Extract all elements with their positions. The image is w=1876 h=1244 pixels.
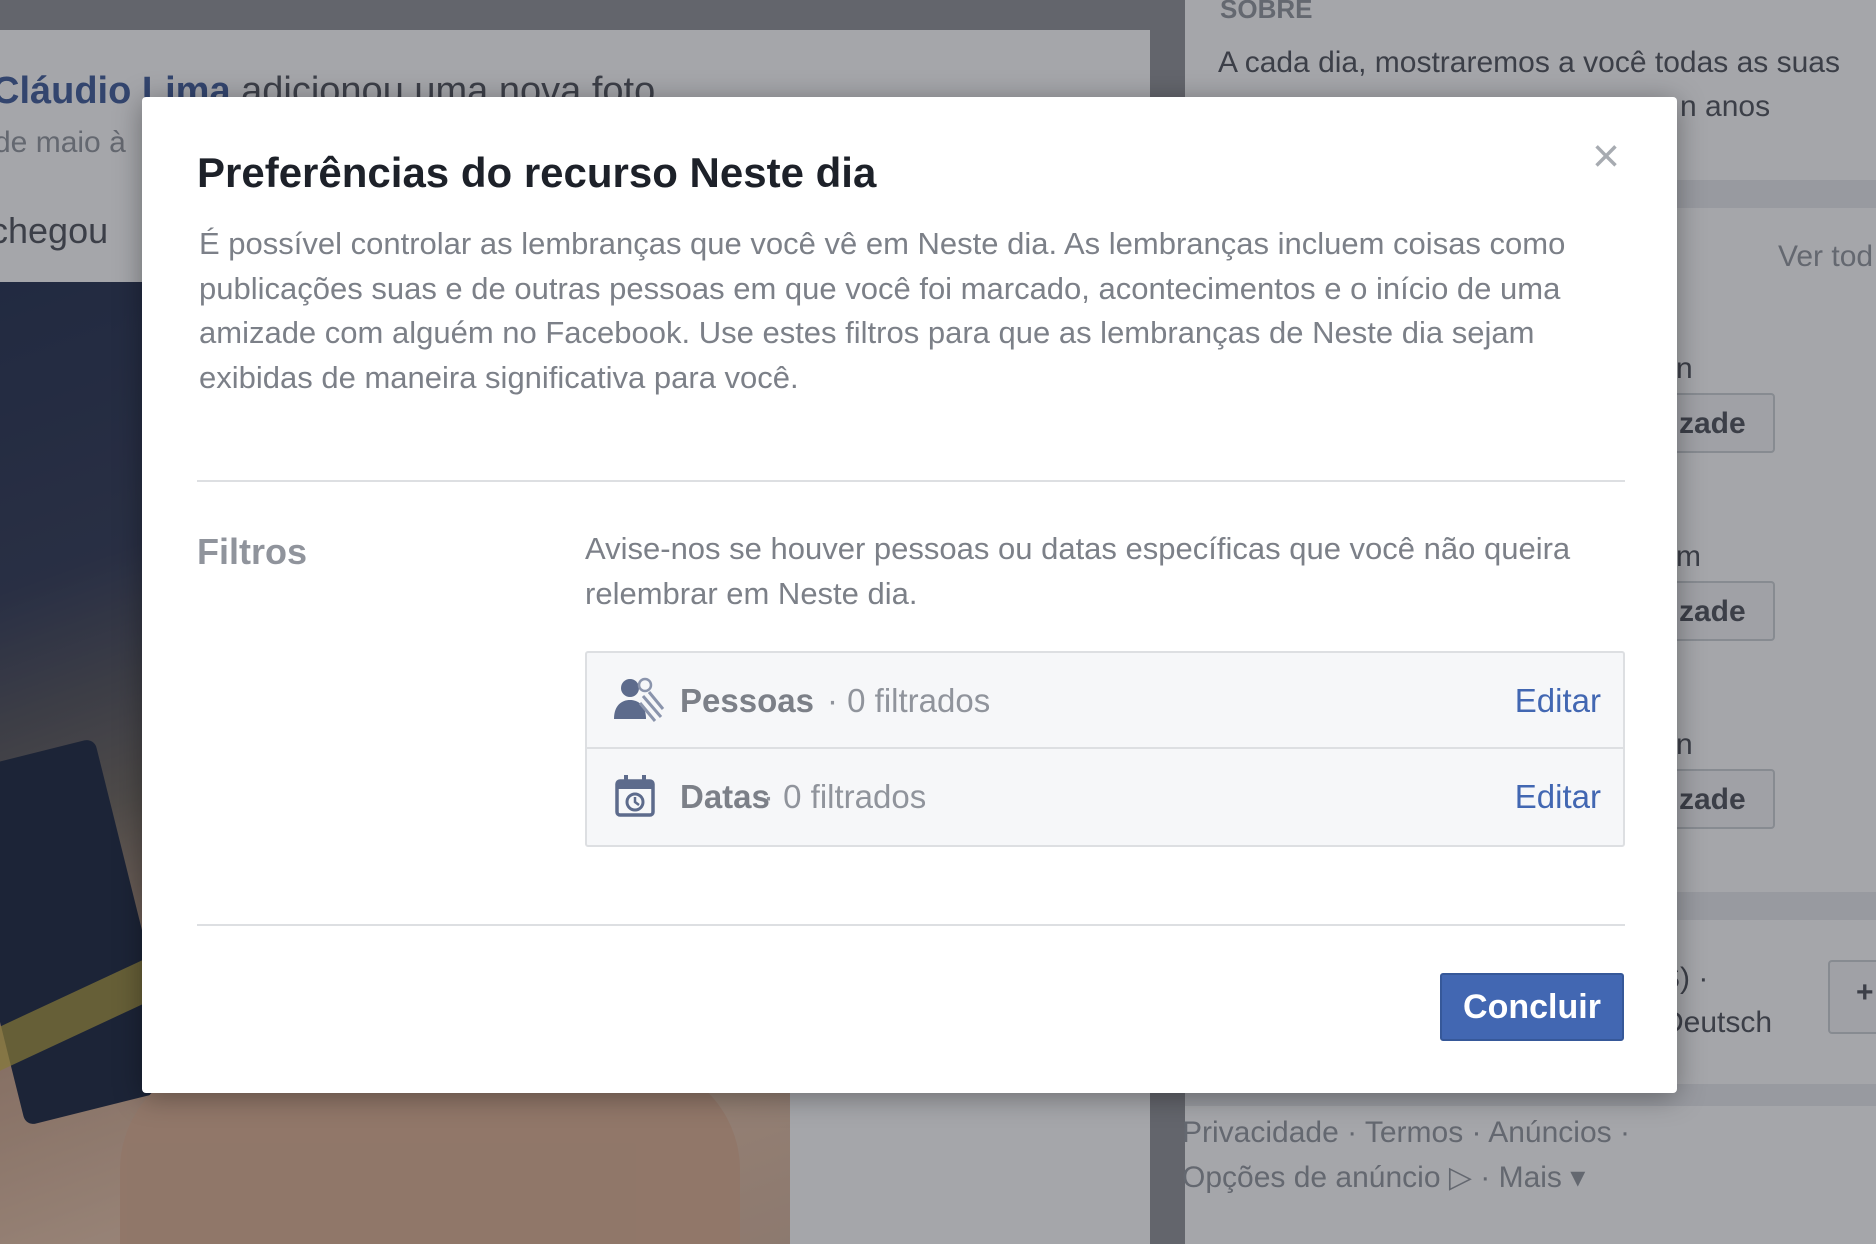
edit-dates-link[interactable]: Editar xyxy=(1515,778,1601,816)
filter-name: Datas xyxy=(680,778,770,815)
calendar-icon xyxy=(613,773,665,819)
filter-count: · 0 filtrados xyxy=(827,682,991,719)
filters-label: Filtros xyxy=(197,531,308,572)
filter-row-people: Pessoas · 0 filtrados Editar xyxy=(587,653,1623,749)
divider xyxy=(197,924,1625,926)
people-icon xyxy=(613,677,665,723)
filter-row-dates: Datas · 0 filtrados Editar xyxy=(587,749,1623,845)
filter-name: Pessoas xyxy=(680,682,814,719)
dialog-title: Preferências do recurso Neste dia xyxy=(197,149,877,196)
filters-list: Pessoas · 0 filtrados Editar Datas · 0 f… xyxy=(585,651,1625,847)
done-button[interactable]: Concluir xyxy=(1440,973,1624,1041)
edit-people-link[interactable]: Editar xyxy=(1515,682,1601,720)
filters-description: Avise-nos se houver pessoas ou datas esp… xyxy=(585,531,1571,611)
on-this-day-preferences-dialog: × Preferências do recurso Neste dia É po… xyxy=(142,97,1677,1093)
close-icon[interactable]: × xyxy=(1584,133,1628,181)
divider xyxy=(197,480,1625,482)
dialog-description: É possível controlar as lembranças que v… xyxy=(199,226,1566,395)
filter-count: · 0 filtrados xyxy=(763,778,927,815)
